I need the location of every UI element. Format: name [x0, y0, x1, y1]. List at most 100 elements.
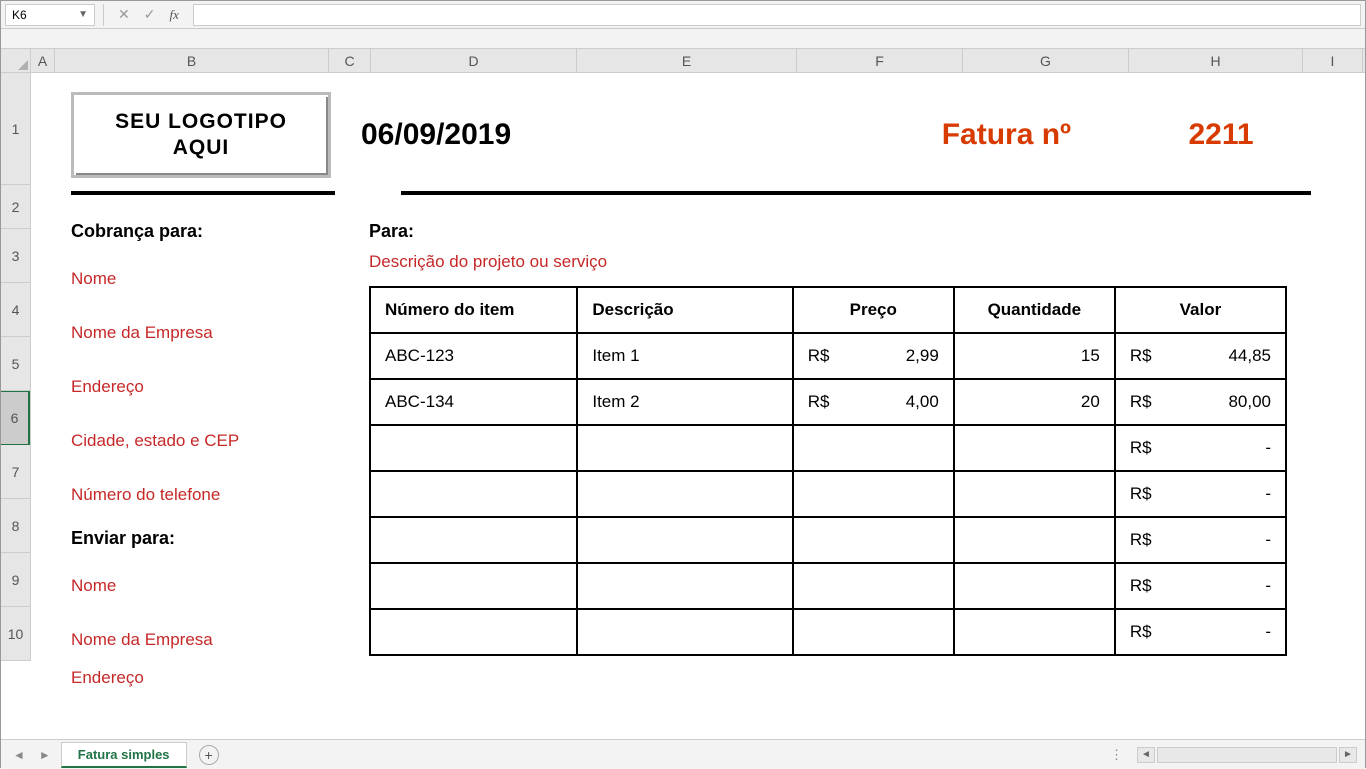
formula-buttons: ✕ ✓ fx [112, 6, 185, 23]
th-descricao: Descrição [577, 287, 792, 333]
cell-preco [793, 471, 954, 517]
divider [401, 191, 1311, 195]
th-preco: Preço [793, 287, 954, 333]
invoice-date: 06/09/2019 [361, 118, 511, 152]
billing-label: Cobrança para: [71, 221, 369, 242]
cell-descricao [577, 425, 792, 471]
cell-numero [370, 609, 577, 655]
cell-preco [793, 425, 954, 471]
row-header[interactable]: 3 [1, 229, 30, 283]
project-description: Descrição do projeto ou serviço [369, 252, 1311, 272]
separator [103, 4, 104, 26]
cell-descricao [577, 563, 792, 609]
sheet-nav-next[interactable]: ► [35, 748, 55, 762]
th-qtd: Quantidade [954, 287, 1115, 333]
cells-area[interactable]: SEU LOGOTIPO AQUI 06/09/2019 Fatura nº 2… [31, 73, 1365, 739]
row-header[interactable]: 6 [1, 391, 30, 445]
table-row: R$- [370, 517, 1286, 563]
shipping-label: Enviar para: [71, 528, 369, 549]
sheet-tab-active[interactable]: Fatura simples [61, 742, 187, 768]
scroll-left-icon[interactable]: ◄ [1137, 747, 1155, 763]
column-header[interactable]: F [797, 49, 963, 72]
cell-valor: R$80,00 [1115, 379, 1286, 425]
fx-icon[interactable]: fx [169, 7, 178, 23]
column-header[interactable]: H [1129, 49, 1303, 72]
cell-valor: R$- [1115, 425, 1286, 471]
cell-qtd [954, 471, 1115, 517]
table-row: R$- [370, 609, 1286, 655]
column-header[interactable]: C [329, 49, 371, 72]
cell-preco [793, 517, 954, 563]
cell-preco [793, 563, 954, 609]
cell-qtd: 20 [954, 379, 1115, 425]
cell-preco [793, 609, 954, 655]
cell-preco: R$4,00 [793, 379, 954, 425]
cancel-icon[interactable]: ✕ [118, 6, 130, 23]
cell-preco: R$2,99 [793, 333, 954, 379]
table-row: R$- [370, 425, 1286, 471]
column-headers: ABCDEFGHI [31, 49, 1365, 73]
cell-qtd [954, 563, 1115, 609]
invoice-label: Fatura nº [942, 118, 1071, 152]
cell-valor: R$- [1115, 471, 1286, 517]
invoice-content: SEU LOGOTIPO AQUI 06/09/2019 Fatura nº 2… [31, 73, 1331, 689]
cell-numero [370, 563, 577, 609]
horizontal-scrollbar[interactable]: ◄ ► [1137, 747, 1357, 763]
invoice-number: 2211 [1131, 118, 1311, 152]
chevron-down-icon: ▼ [78, 9, 88, 20]
row-header[interactable]: 2 [1, 185, 30, 229]
cell-numero: ABC-123 [370, 333, 577, 379]
cell-descricao: Item 2 [577, 379, 792, 425]
items-table: Número do item Descrição Preço Quantidad… [369, 286, 1287, 656]
cell-descricao: Item 1 [577, 333, 792, 379]
logo-text-2: AQUI [173, 136, 230, 159]
name-box-value: K6 [12, 8, 27, 22]
row-header[interactable]: 10 [1, 607, 30, 661]
row-header[interactable]: 8 [1, 499, 30, 553]
column-header[interactable]: B [55, 49, 329, 72]
cell-qtd [954, 517, 1115, 563]
column-header[interactable]: A [31, 49, 55, 72]
name-box[interactable]: K6 ▼ [5, 4, 95, 26]
row-header[interactable]: 1 [1, 73, 30, 185]
sheet-nav-prev[interactable]: ◄ [9, 748, 29, 762]
cell-descricao [577, 517, 792, 563]
cell-valor: R$44,85 [1115, 333, 1286, 379]
cell-valor: R$- [1115, 563, 1286, 609]
column-header[interactable]: E [577, 49, 797, 72]
toolbar-strip [1, 29, 1365, 49]
cell-descricao [577, 471, 792, 517]
column-header[interactable]: I [1303, 49, 1363, 72]
billing-field: Endereço [71, 360, 369, 414]
formula-bar: K6 ▼ ✕ ✓ fx [1, 1, 1365, 29]
formula-input[interactable] [193, 4, 1361, 26]
tab-divider-icon: ⋮ [1110, 747, 1125, 763]
cell-numero [370, 425, 577, 471]
billing-field: Número do telefone [71, 468, 369, 522]
confirm-icon[interactable]: ✓ [144, 6, 156, 23]
divider [71, 191, 335, 195]
scroll-track[interactable] [1157, 747, 1337, 763]
logo-text-1: SEU LOGOTIPO [115, 110, 287, 133]
table-row: ABC-134 Item 2 R$4,00 20 R$80,00 [370, 379, 1286, 425]
cell-valor: R$- [1115, 517, 1286, 563]
table-row: R$- [370, 471, 1286, 517]
scroll-right-icon[interactable]: ► [1339, 747, 1357, 763]
cell-numero [370, 471, 577, 517]
select-all-corner[interactable] [1, 49, 31, 73]
shipping-field: Endereço [71, 667, 369, 689]
column-header[interactable]: G [963, 49, 1129, 72]
cell-qtd [954, 425, 1115, 471]
column-header[interactable]: D [371, 49, 577, 72]
row-header[interactable]: 9 [1, 553, 30, 607]
row-header[interactable]: 5 [1, 337, 30, 391]
table-row: R$- [370, 563, 1286, 609]
row-headers: 12345678910 [1, 73, 31, 661]
shipping-field: Nome [71, 559, 369, 613]
cell-valor: R$- [1115, 609, 1286, 655]
billing-field: Cidade, estado e CEP [71, 414, 369, 468]
row-header[interactable]: 7 [1, 445, 30, 499]
add-sheet-button[interactable]: + [199, 745, 219, 765]
shipping-field: Nome da Empresa [71, 613, 369, 667]
row-header[interactable]: 4 [1, 283, 30, 337]
